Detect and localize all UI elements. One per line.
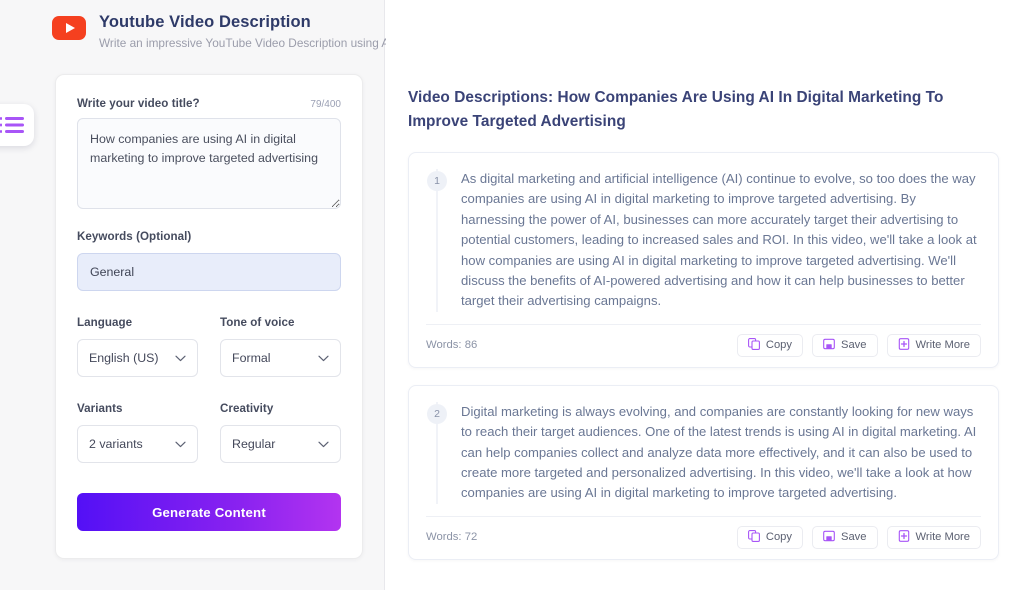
results-title: Video Descriptions: How Companies Are Us… xyxy=(408,89,944,130)
creativity-select[interactable]: Regular xyxy=(220,425,341,463)
tone-group: Tone of voice Formal xyxy=(220,313,341,377)
app-root: Youtube Video Description Write an impre… xyxy=(0,0,1024,590)
language-value: English (US) xyxy=(89,351,159,365)
variants-label: Variants xyxy=(77,402,123,415)
save-button[interactable]: Save xyxy=(812,525,878,549)
result-text: Digital marketing is always evolving, an… xyxy=(461,403,977,501)
tone-select[interactable]: Formal xyxy=(220,339,341,377)
variants-creativity-row: Variants 2 variants Creativity Regular xyxy=(77,399,341,463)
keywords-label: Keywords (Optional) xyxy=(77,230,192,243)
youtube-icon xyxy=(52,16,86,40)
language-label: Language xyxy=(77,316,133,329)
result-card: 1 As digital marketing and artificial in… xyxy=(408,152,999,368)
creativity-group: Creativity Regular xyxy=(220,399,341,463)
tone-value: Formal xyxy=(232,351,271,365)
generate-content-button[interactable]: Generate Content xyxy=(77,493,341,531)
result-card: 2 Digital marketing is always evolving, … xyxy=(408,384,999,560)
word-count: Words: 72 xyxy=(426,531,478,544)
save-label: Save xyxy=(841,339,867,352)
save-button[interactable]: Save xyxy=(812,333,878,357)
creativity-label: Creativity xyxy=(220,402,274,415)
copy-button[interactable]: Copy xyxy=(736,333,803,357)
write-more-label: Write More xyxy=(915,531,971,544)
language-tone-row: Language English (US) Tone of voice Form… xyxy=(77,313,341,377)
list-icon xyxy=(0,114,27,136)
result-footer: Words: 72 Copy Save Write More xyxy=(426,515,981,549)
generator-form: Write your video title? 79/400 Keywords … xyxy=(55,74,363,559)
result-index-badge: 2 xyxy=(427,403,447,424)
copy-label: Copy xyxy=(765,531,792,544)
copy-button[interactable]: Copy xyxy=(736,525,803,549)
sidebar-toggle[interactable] xyxy=(0,104,34,146)
creativity-value: Regular xyxy=(232,437,276,451)
video-title-input[interactable] xyxy=(77,118,341,209)
chevron-down-icon xyxy=(175,437,186,451)
variants-group: Variants 2 variants xyxy=(77,399,198,463)
result-footer: Words: 86 Copy Save Write More xyxy=(426,323,981,357)
chevron-down-icon xyxy=(318,437,329,451)
write-more-button[interactable]: Write More xyxy=(886,333,981,357)
copy-icon xyxy=(747,529,760,545)
variants-value: 2 variants xyxy=(89,437,143,451)
video-title-label: Write your video title? xyxy=(77,97,200,110)
result-marker: 2 xyxy=(426,401,448,504)
copy-icon xyxy=(747,337,760,353)
variants-select[interactable]: 2 variants xyxy=(77,425,198,463)
language-select[interactable]: English (US) xyxy=(77,339,198,377)
write-more-button[interactable]: Write More xyxy=(886,525,981,549)
keywords-input[interactable] xyxy=(77,253,341,291)
write-more-icon xyxy=(898,530,910,545)
page-header: Youtube Video Description Write an impre… xyxy=(52,12,438,51)
save-icon xyxy=(823,530,835,545)
word-count: Words: 86 xyxy=(426,339,478,352)
language-group: Language English (US) xyxy=(77,313,198,377)
write-more-label: Write More xyxy=(915,339,971,352)
write-more-icon xyxy=(898,337,910,353)
save-label: Save xyxy=(841,531,867,544)
chevron-down-icon xyxy=(318,351,329,365)
character-counter: 79/400 xyxy=(310,99,341,110)
save-icon xyxy=(823,338,835,353)
copy-label: Copy xyxy=(765,339,792,352)
title-label-row: Write your video title? 79/400 xyxy=(77,97,341,110)
results-panel: Video Descriptions: How Companies Are Us… xyxy=(386,0,1024,590)
result-index-badge: 1 xyxy=(427,171,447,191)
result-text: As digital marketing and artificial inte… xyxy=(461,171,977,309)
chevron-down-icon xyxy=(175,351,186,365)
tone-label: Tone of voice xyxy=(220,316,295,329)
result-marker: 1 xyxy=(426,169,448,312)
